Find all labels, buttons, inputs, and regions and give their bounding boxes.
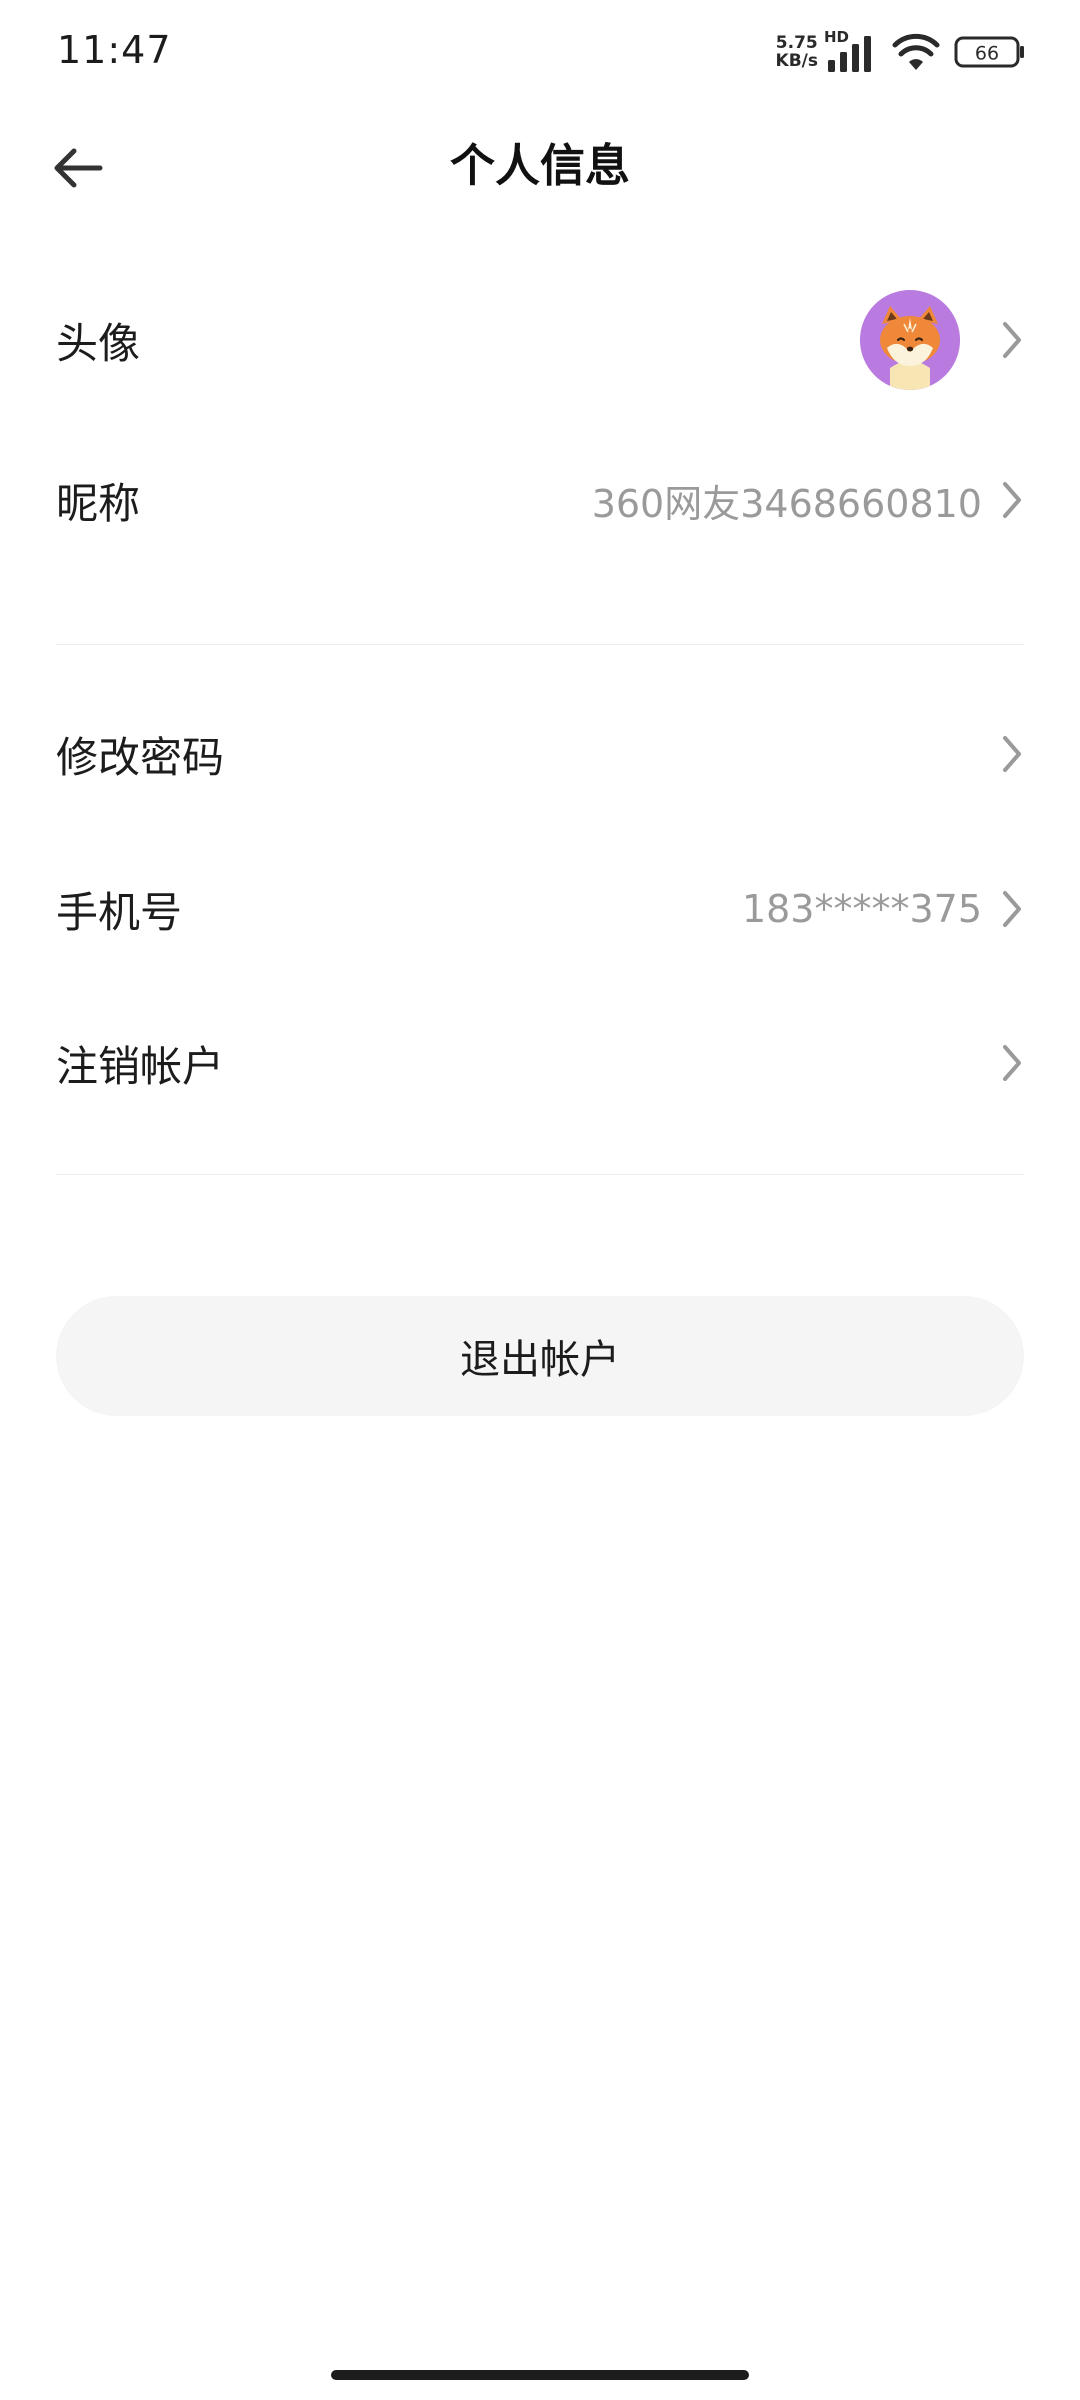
status-time: 11:47 [57, 28, 172, 72]
header: 个人信息 [0, 124, 1080, 208]
avatar-row[interactable]: 头像 [56, 290, 1024, 390]
phone-row[interactable]: 手机号 183*****375 [56, 869, 1024, 949]
cellular-signal: HD [824, 28, 880, 74]
wifi-icon [892, 33, 940, 70]
hd-label: HD [824, 28, 850, 46]
delete-account-label: 注销帐户 [56, 1041, 225, 1091]
network-speed-value: 5.75 [775, 33, 818, 53]
fox-avatar-icon [860, 290, 960, 390]
phone-value: 183*****375 [741, 887, 982, 931]
avatar [860, 290, 960, 390]
status-bar: 11:47 5.75 KB/s HD 66 [0, 0, 1080, 104]
change-password-label: 修改密码 [56, 732, 225, 782]
battery-icon: 66 [954, 36, 1024, 68]
nickname-value: 360网友3468660810 [591, 481, 982, 526]
phone-label: 手机号 [56, 887, 183, 937]
network-speed-unit: KB/s [775, 51, 818, 71]
nickname-label: 昵称 [56, 478, 141, 528]
home-indicator[interactable] [331, 2370, 749, 2380]
battery-level: 66 [975, 43, 999, 65]
nickname-row[interactable]: 昵称 360网友3468660810 [56, 460, 1024, 540]
network-speed: 5.75 KB/s [776, 34, 818, 70]
chevron-right-icon [1000, 320, 1024, 360]
status-icons: 5.75 KB/s HD 66 [776, 28, 1026, 74]
chevron-right-icon [1000, 480, 1024, 520]
chevron-right-icon [1000, 734, 1024, 774]
chevron-right-icon [1000, 1043, 1024, 1083]
logout-button[interactable]: 退出帐户 [56, 1296, 1024, 1416]
chevron-right-icon [1000, 889, 1024, 929]
avatar-label: 头像 [56, 318, 141, 368]
section-divider [56, 644, 1024, 645]
page-title: 个人信息 [449, 139, 630, 192]
section-divider [56, 1174, 1024, 1175]
delete-account-row[interactable]: 注销帐户 [56, 1023, 1024, 1103]
change-password-row[interactable]: 修改密码 [56, 714, 1024, 794]
